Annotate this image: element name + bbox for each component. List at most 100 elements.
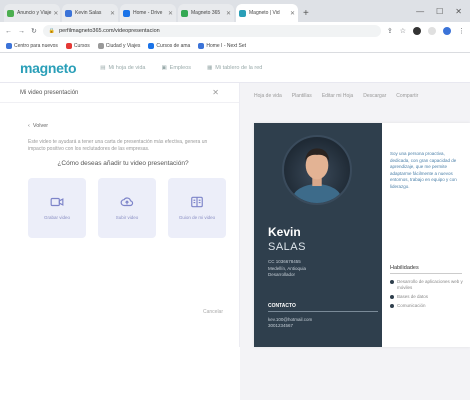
- close-window-icon[interactable]: ✕: [455, 7, 462, 16]
- bookmark-icon: [97, 43, 104, 49]
- cloud-upload-icon: [120, 197, 134, 207]
- panel-description: Este video te ayudará a tener una carta …: [28, 139, 208, 152]
- bookmarks-bar: Centro para nuevos Cursos Ciudad y Viaje…: [0, 40, 470, 53]
- bookmark-icon: [6, 43, 12, 49]
- magneto-logo[interactable]: magneto: [20, 60, 77, 76]
- bookmark-label: Cursos de ama: [156, 43, 191, 49]
- panel-question: ¿Cómo deseas añadir tu video presentació…: [57, 160, 189, 167]
- profile-summary: Soy una persona proactiva, dedicada, con…: [390, 151, 457, 189]
- video-camera-icon: [50, 198, 64, 207]
- browser-tab-active[interactable]: Magneto | Vid ✕: [236, 4, 298, 22]
- minimize-icon[interactable]: —: [416, 7, 424, 16]
- bookmark-item[interactable]: Centro para nuevos: [6, 43, 58, 49]
- url-field[interactable]: 🔒 perfilmagneto365.com/videopresentacion: [42, 25, 381, 37]
- toolbar-item[interactable]: Editar mi Hoja: [322, 93, 353, 99]
- video-options: Grabar video Subir video Guion de mi vid…: [28, 178, 226, 238]
- divider: [390, 273, 462, 274]
- list-item: Desarrollo de aplicaciones web y móviles: [390, 279, 466, 291]
- bookmark-item[interactable]: Home I - Next Set: [198, 43, 246, 49]
- lock-icon: 🔒: [48, 28, 56, 34]
- profile-photo: [282, 135, 352, 205]
- forward-arrow-icon[interactable]: →: [18, 28, 25, 35]
- bookmark-label: Ciudad y Viajes: [105, 43, 141, 49]
- skill-label: Desarrollo de aplicaciones web y móviles: [397, 279, 463, 290]
- close-tab-icon[interactable]: ✕: [166, 10, 173, 17]
- toolbar-item[interactable]: Hoja de vida: [254, 93, 282, 99]
- toolbar-item[interactable]: Descargar: [363, 93, 386, 99]
- browser-tab[interactable]: Magneto 365 ✕: [178, 4, 234, 22]
- toolbar-item[interactable]: Compartir: [396, 93, 418, 99]
- bullet-icon: [390, 295, 394, 299]
- bookmark-label: Cursos: [73, 43, 90, 49]
- browser-tab-bar: Anuncio y Viaje ✕ Kevin Salas ✕ Home - D…: [0, 0, 470, 22]
- bookmark-item[interactable]: Cursos: [65, 43, 90, 49]
- nav-item-dashboard[interactable]: ▦ Mi tablero de la red: [207, 65, 262, 71]
- option-label: Grabar video: [43, 215, 70, 221]
- reload-icon[interactable]: ↻: [31, 27, 37, 35]
- new-tab-button[interactable]: +: [303, 8, 309, 19]
- resume-sidebar: Kevin SALAS CC 1036678455 Medellín, Anti…: [254, 123, 382, 347]
- tab-title: Kevin Salas: [75, 10, 102, 16]
- contact-info: kev.100@hotmail.com 3001234567: [268, 317, 312, 329]
- script-icon: [191, 197, 203, 208]
- nav-item-jobs[interactable]: ▣ Empleos: [161, 65, 191, 71]
- bookmark-item[interactable]: Ciudad y Viajes: [97, 43, 141, 49]
- option-label: Guion de mi video: [178, 215, 216, 221]
- grid-icon: ▦: [207, 64, 213, 71]
- extension-icon[interactable]: [428, 27, 436, 35]
- profile-avatar-icon[interactable]: [443, 27, 451, 35]
- resume-preview: Hoja de vida Plantillas Editar mi Hoja D…: [240, 83, 470, 347]
- panel-header: Mi video presentación ✕: [0, 83, 239, 103]
- record-video-button[interactable]: Grabar video: [28, 178, 86, 238]
- star-icon[interactable]: ☆: [400, 27, 406, 35]
- resume-main-column: Soy una persona proactiva, dedicada, con…: [390, 123, 470, 347]
- skill-label: Bases de datos: [397, 294, 429, 299]
- menu-kebab-icon[interactable]: ⋮: [458, 27, 465, 35]
- share-icon[interactable]: ⇪: [387, 27, 393, 35]
- video-script-button[interactable]: Guion de mi video: [168, 178, 226, 238]
- browser-tab[interactable]: Anuncio y Viaje ✕: [4, 4, 60, 22]
- close-tab-icon[interactable]: ✕: [108, 10, 115, 17]
- close-tab-icon[interactable]: ✕: [51, 10, 58, 17]
- bookmark-item[interactable]: Cursos de ama: [148, 43, 190, 49]
- back-link[interactable]: ‹ Volver: [28, 123, 48, 129]
- skill-label: Comunicación: [397, 303, 426, 308]
- panel-title: Mi video presentación: [20, 89, 79, 96]
- nav-label: Empleos: [169, 64, 192, 71]
- list-item: Comunicación: [390, 303, 466, 309]
- contact-line: 3001234567: [268, 323, 294, 328]
- toolbar-item[interactable]: Plantillas: [292, 93, 312, 99]
- browser-tab[interactable]: Kevin Salas ✕: [62, 4, 118, 22]
- list-item: Bases de datos: [390, 294, 466, 300]
- option-label: Subir video: [115, 215, 139, 221]
- tab-favicon-icon: [239, 9, 246, 17]
- app-header: magneto ▤ Mi hoja de vida ▣ Empleos ▦ Mi ta…: [0, 53, 470, 400]
- extensions-area: ⇪ ☆ ⋮: [387, 27, 465, 35]
- briefcase-icon: ▣: [161, 64, 167, 71]
- skills-list: Desarrollo de aplicaciones web y móviles…: [390, 279, 466, 312]
- chevron-left-icon: ‹: [28, 123, 30, 129]
- resume-document: Kevin SALAS CC 1036678455 Medellín, Anti…: [254, 123, 470, 347]
- main-nav: ▤ Mi hoja de vida ▣ Empleos ▦ Mi tablero de…: [100, 65, 262, 71]
- video-presentation-panel: Mi video presentación ✕ ‹ Volver Este vi…: [0, 83, 240, 347]
- extension-icon[interactable]: [413, 27, 421, 35]
- cancel-button[interactable]: Cancelar: [203, 309, 223, 315]
- preview-toolbar: Hoja de vida Plantillas Editar mi Hoja D…: [240, 89, 470, 103]
- skills-heading: Habilidades: [390, 265, 419, 271]
- document-icon: ▤: [100, 64, 106, 71]
- upload-video-button[interactable]: Subir video: [98, 178, 156, 238]
- tab-favicon-icon: [181, 9, 188, 17]
- person-portrait-icon: [292, 148, 342, 203]
- close-icon[interactable]: ✕: [212, 88, 219, 97]
- close-tab-icon[interactable]: ✕: [288, 10, 295, 17]
- browser-tab[interactable]: Home - Drive ✕: [120, 4, 176, 22]
- address-bar-row: ← → ↻ 🔒 perfilmagneto365.com/videopresen…: [0, 22, 470, 40]
- back-arrow-icon[interactable]: ←: [5, 28, 12, 35]
- bullet-icon: [390, 280, 394, 284]
- info-line: CC 1036678455: [268, 259, 301, 264]
- maximize-icon[interactable]: ☐: [436, 7, 443, 16]
- nav-item-resume[interactable]: ▤ Mi hoja de vida: [100, 65, 145, 71]
- close-tab-icon[interactable]: ✕: [224, 10, 231, 17]
- tab-title: Magneto 365: [191, 10, 221, 16]
- url-text: perfilmagneto365.com/videopresentacion: [59, 28, 160, 34]
